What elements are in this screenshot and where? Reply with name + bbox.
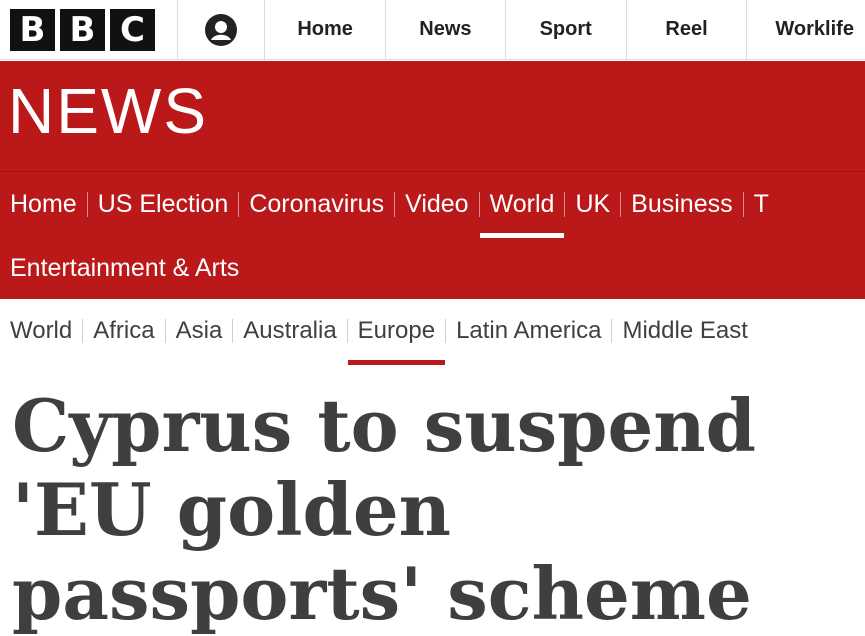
- top-nav-home[interactable]: Home: [265, 0, 386, 59]
- nav-entertainment-arts[interactable]: Entertainment & Arts: [0, 255, 249, 281]
- top-nav-news[interactable]: News: [386, 0, 506, 59]
- nav-home[interactable]: Home: [0, 191, 88, 217]
- news-nav-row-1: Home US Election Coronavirus Video World…: [0, 172, 865, 238]
- news-brand-title[interactable]: NEWS: [8, 79, 208, 143]
- top-nav-worklife[interactable]: Worklife: [747, 0, 865, 59]
- account-icon: [204, 13, 237, 46]
- bbc-logo-letter: B: [10, 8, 55, 51]
- bbc-logo-letter: C: [110, 8, 155, 51]
- nav-business[interactable]: Business: [621, 191, 744, 217]
- nav-us-election[interactable]: US Election: [88, 191, 240, 217]
- world-subnav: World Africa Asia Australia Europe Latin…: [0, 299, 865, 365]
- top-nav-sport[interactable]: Sport: [506, 0, 627, 59]
- subnav-world[interactable]: World: [0, 319, 84, 343]
- subnav-middle-east[interactable]: Middle East: [612, 319, 757, 343]
- top-nav-reel[interactable]: Reel: [627, 0, 748, 59]
- nav-world[interactable]: World: [479, 191, 566, 238]
- subnav-latin-america[interactable]: Latin America: [446, 319, 613, 343]
- nav-uk[interactable]: UK: [565, 191, 622, 217]
- bbc-top-bar: B B C Home News Sport Reel Worklife: [0, 0, 865, 60]
- subnav-africa[interactable]: Africa: [83, 319, 166, 343]
- news-nav-row-2: Entertainment & Arts: [0, 236, 865, 300]
- article-headline: Cyprus to suspend 'EU golden passports' …: [12, 383, 756, 636]
- account-button[interactable]: [178, 0, 266, 59]
- subnav-australia[interactable]: Australia: [233, 319, 348, 343]
- bbc-logo-letter: B: [60, 8, 105, 51]
- nav-video[interactable]: Video: [395, 191, 480, 217]
- bbc-logo[interactable]: B B C: [0, 0, 178, 59]
- news-masthead: NEWS: [0, 61, 865, 171]
- news-primary-nav: Home US Election Coronavirus Video World…: [0, 171, 865, 299]
- subnav-europe[interactable]: Europe: [347, 319, 447, 365]
- nav-truncated[interactable]: T: [744, 191, 779, 217]
- nav-coronavirus[interactable]: Coronavirus: [239, 191, 396, 217]
- subnav-asia[interactable]: Asia: [166, 319, 234, 343]
